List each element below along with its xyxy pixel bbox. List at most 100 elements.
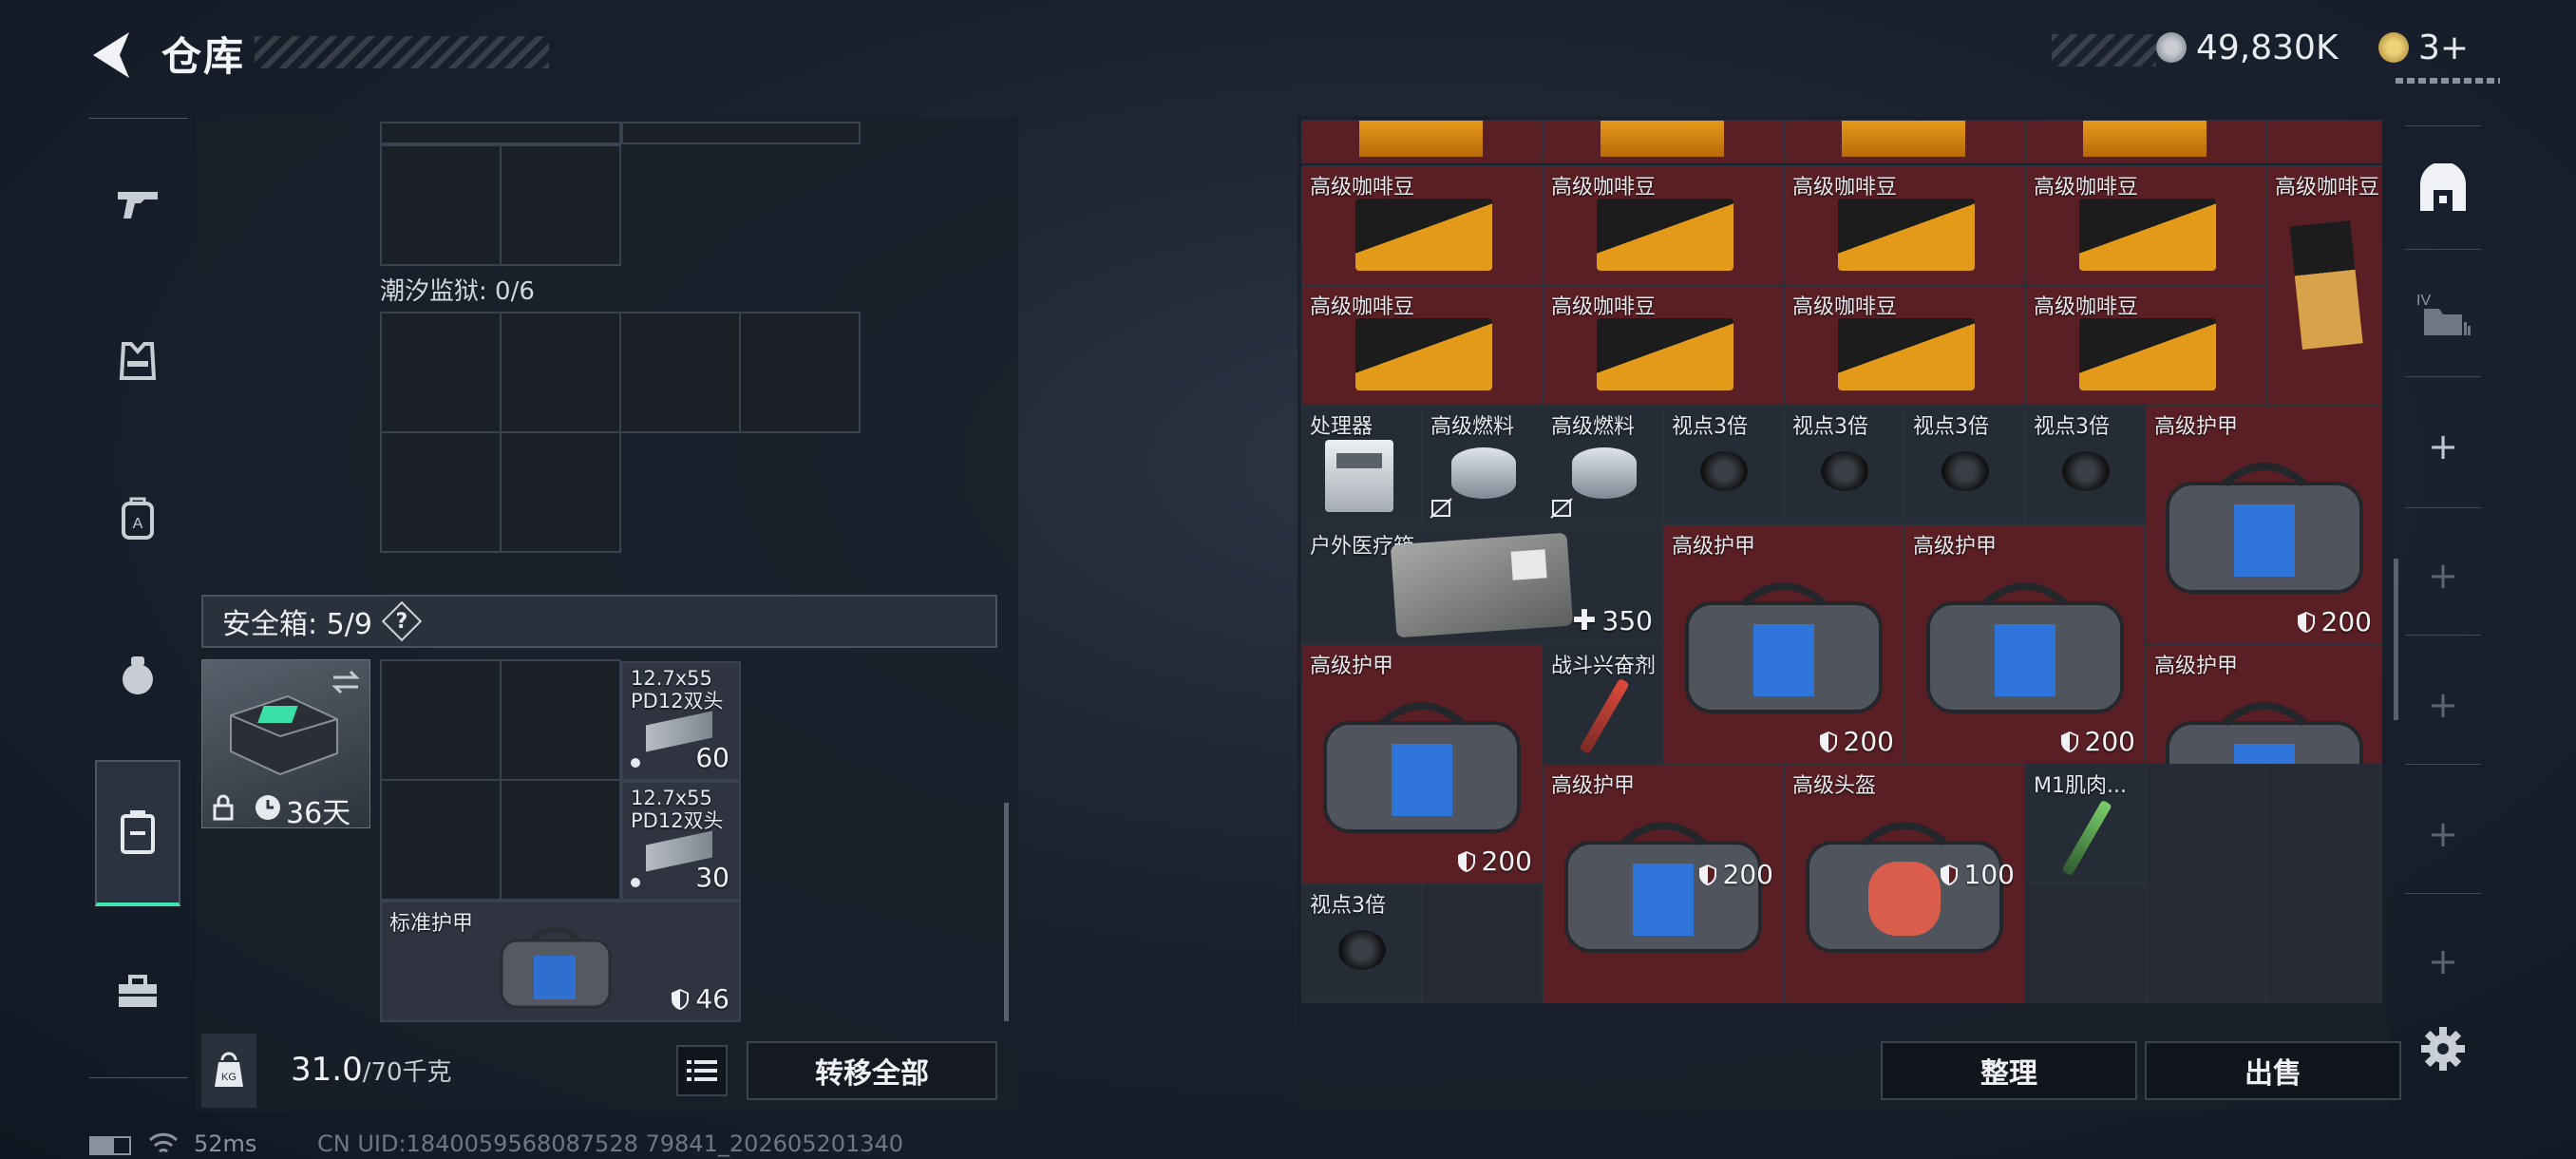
empty-slot[interactable] (2025, 884, 2146, 1003)
shield-icon (1457, 851, 1475, 872)
grid-slot[interactable] (500, 431, 621, 553)
ping-readout: 52ms (194, 1130, 257, 1157)
nav-backpack[interactable]: A (95, 473, 180, 564)
swap-icon[interactable] (330, 668, 362, 696)
item-coffee[interactable]: 高级咖啡豆 (1543, 165, 1784, 285)
armor-bag-image (1926, 582, 2124, 713)
item-armor[interactable]: 高级护甲200 (1543, 764, 1784, 1003)
item-fuel[interactable]: 高级燃料 (1543, 405, 1663, 524)
safebox-label: 安全箱: 5/9 (222, 608, 372, 641)
item-armor[interactable]: 高级护甲200 (2146, 405, 2382, 644)
plus-icon: ✚ (1572, 604, 1597, 637)
help-icon[interactable]: ? (381, 600, 423, 642)
folder-icon: IV (2416, 293, 2471, 335)
scope-image (1821, 451, 1868, 491)
list-view-button[interactable] (676, 1045, 728, 1096)
lock-icon (213, 794, 234, 821)
grid-slot[interactable] (619, 312, 741, 433)
item-medkit[interactable]: 户外医疗箱 ✚ 350 (1301, 524, 1663, 644)
item-scope[interactable]: 视点3倍 (1663, 405, 1784, 524)
stash-home-tab[interactable] (2403, 162, 2483, 218)
stash-page-4-tab[interactable]: IV (2403, 287, 2483, 344)
item-coffee[interactable]: 高级咖啡豆 (1784, 165, 2025, 285)
sell-button[interactable]: 出售 (2145, 1041, 2401, 1100)
item-processor[interactable]: 处理器 (1301, 405, 1422, 524)
back-arrow-icon[interactable] (87, 28, 135, 82)
coffee-bag-image (1355, 199, 1492, 271)
safebox-header: 安全箱: 5/9 ? (201, 595, 997, 648)
item-coffee[interactable]: 高级咖啡豆 (1301, 165, 1543, 285)
item-coffee[interactable]: 高级咖啡豆 (1543, 285, 1784, 405)
sort-button[interactable]: 整理 (1881, 1041, 2137, 1100)
item-scope[interactable]: 视点3倍 (1904, 405, 2025, 524)
grid-slot[interactable] (500, 779, 621, 901)
svg-text:IV: IV (2416, 293, 2431, 309)
item-helmet[interactable]: 高级头盔 100 (1784, 764, 2025, 1003)
armor-item[interactable]: 标准护甲 46 (380, 901, 741, 1022)
item-coffee[interactable]: 高级咖啡豆 (2025, 165, 2266, 285)
nav-chest-rig[interactable] (95, 629, 180, 720)
grid-slot[interactable] (380, 779, 502, 901)
grid-slot[interactable] (500, 144, 621, 266)
grid-slot[interactable] (500, 659, 621, 781)
empty-slot[interactable] (2146, 764, 2266, 1003)
grid-slot[interactable] (380, 659, 502, 781)
scope-image (1700, 451, 1748, 491)
armor-bag-image (500, 926, 612, 1009)
locked-page-slot: + (2403, 676, 2483, 733)
weight-icon-box: KG (201, 1034, 256, 1108)
left-scrollbar[interactable] (1004, 803, 1009, 1021)
currency-coins[interactable]: 49,830K (2156, 27, 2339, 68)
shield-icon (2060, 732, 2078, 752)
empty-slot[interactable] (1422, 884, 1543, 1003)
empty-slot[interactable] (2266, 764, 2382, 1003)
shield-icon (2297, 612, 2315, 633)
currency-tickets[interactable]: 3+ (2378, 27, 2469, 68)
stash-scrollbar[interactable] (2394, 559, 2398, 720)
ammo-item[interactable]: 12.7x55 PD12双头 60 (621, 661, 741, 781)
grid-slot[interactable] (500, 312, 621, 433)
coffee-bag-image (2079, 199, 2216, 271)
coffee-bag-image (1355, 318, 1492, 390)
item-stimulant[interactable]: 战斗兴奋剂 (1543, 644, 1663, 764)
svg-text:A: A (133, 516, 143, 532)
item-coffee[interactable]: 高级咖啡豆 (2025, 285, 2266, 405)
item-coffee[interactable]: 高级咖啡豆 (2266, 165, 2382, 405)
item-scope[interactable]: 视点3倍 (1784, 405, 1904, 524)
stash-home-icon (2420, 163, 2466, 211)
shield-icon (1698, 864, 1716, 885)
item-armor[interactable]: 高级护甲200 (1301, 644, 1543, 884)
fuel-can-image (1572, 447, 1637, 499)
item-armor[interactable]: 高级护甲200 (1663, 524, 1904, 764)
ammo-item[interactable]: 12.7x55 PD12双头 30 (621, 781, 741, 901)
grid-slot[interactable] (739, 312, 861, 433)
scope-image (1941, 451, 1989, 491)
safebox-card[interactable]: 36天 (201, 659, 370, 830)
wifi-icon (148, 1132, 179, 1153)
item-m1-injector[interactable]: M1肌肉... (2025, 764, 2146, 884)
injector-image (2061, 799, 2112, 877)
item-armor[interactable]: 高级护甲200 (1904, 524, 2146, 764)
item-fuel[interactable]: 高级燃料 (1422, 405, 1543, 524)
nav-safe-box[interactable] (95, 760, 180, 906)
nav-toolbox[interactable] (95, 946, 180, 1037)
transfer-all-button[interactable]: 转移全部 (747, 1041, 997, 1100)
settings-button[interactable] (2403, 1020, 2483, 1077)
locked-page-slot: + (2403, 806, 2483, 863)
stash-grid: 高级咖啡豆 高级咖啡豆 高级咖啡豆 高级咖啡豆 高级咖啡豆 高级咖啡豆 高级咖啡… (1301, 120, 2382, 1003)
grid-slot[interactable] (380, 144, 502, 266)
item-coffee[interactable]: 高级咖啡豆 (1784, 285, 2025, 405)
item-scope[interactable]: 视点3倍 (2025, 405, 2146, 524)
processor-image (1325, 440, 1393, 512)
grid-slot[interactable] (380, 312, 502, 433)
shield-icon (672, 989, 690, 1010)
add-stash-page-button[interactable]: + (2403, 418, 2483, 475)
nav-armor[interactable] (95, 315, 180, 407)
grid-slot (380, 122, 621, 144)
item-coffee[interactable]: 高级咖啡豆 (1301, 285, 1543, 405)
item-scope[interactable]: 视点3倍 (1301, 884, 1422, 1003)
grid-slot[interactable] (380, 431, 502, 553)
nav-weapons[interactable] (95, 158, 180, 249)
coffee-bag-image (1838, 199, 1975, 271)
ammo-dot-icon (631, 878, 640, 887)
